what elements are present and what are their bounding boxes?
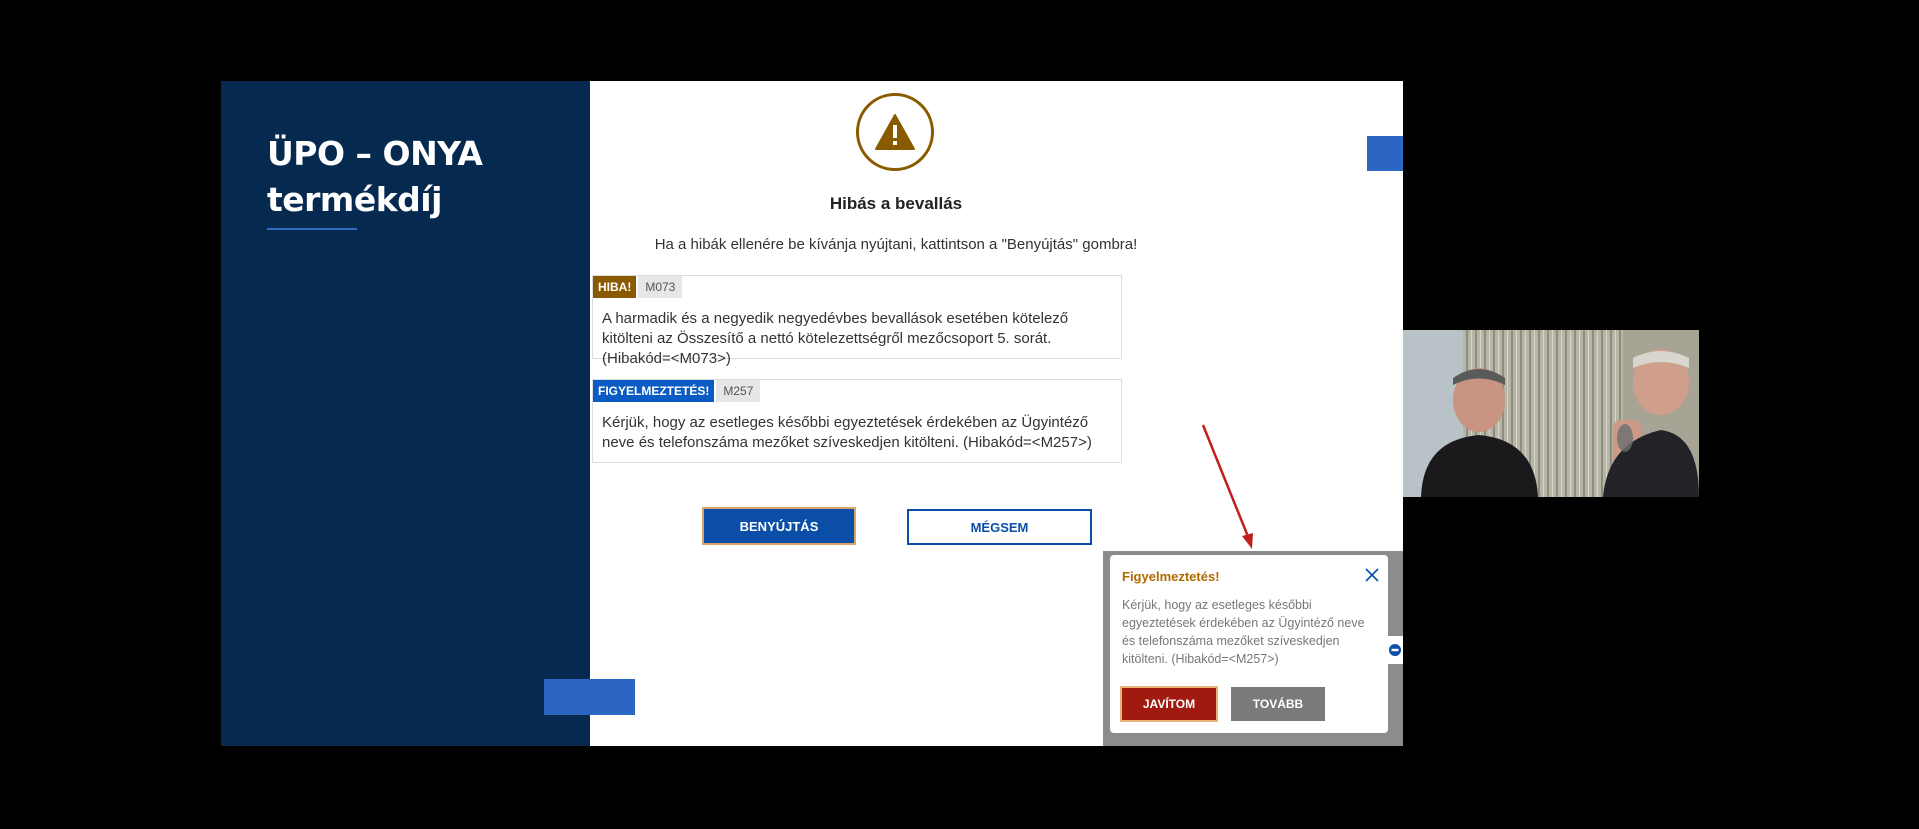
- popup-text: Kérjük, hogy az esetleges későbbi egyezt…: [1122, 598, 1365, 666]
- warning-popup: Figyelmeztetés! Kérjük, hogy az esetlege…: [1110, 555, 1388, 733]
- close-icon[interactable]: [1364, 567, 1380, 583]
- next-button[interactable]: TOVÁBB: [1231, 687, 1325, 721]
- chat-icon[interactable]: [1386, 636, 1403, 664]
- fix-button[interactable]: JAVÍTOM: [1120, 686, 1218, 722]
- webcam-video-feed: [1403, 330, 1699, 497]
- popup-title: Figyelmeztetés!: [1122, 569, 1220, 584]
- presentation-slide: ÜPO – ONYA termékdíj Hibás a bevallás Ha…: [221, 81, 1403, 746]
